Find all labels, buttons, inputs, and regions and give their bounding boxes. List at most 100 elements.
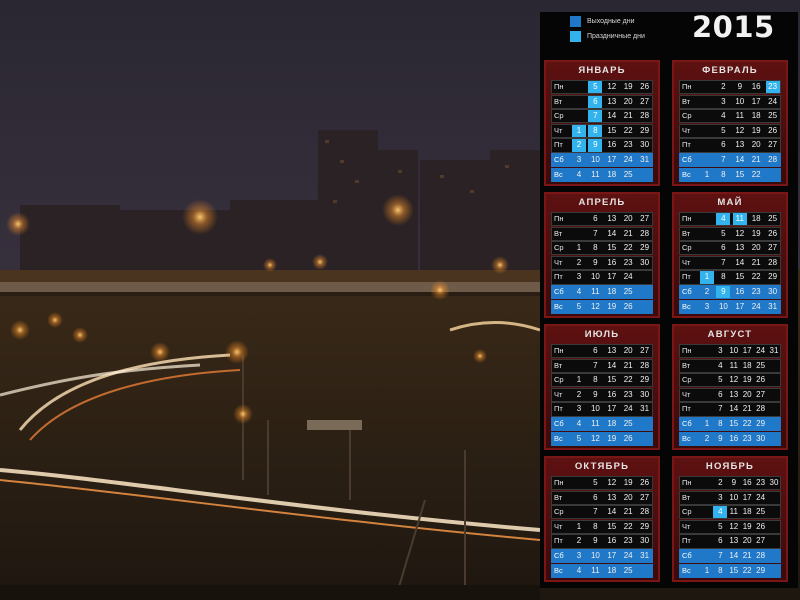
day-cell: [572, 228, 586, 240]
weekday-label: Сб: [682, 286, 692, 296]
day-cell: 25: [756, 507, 766, 517]
day-cell: 19: [607, 301, 617, 311]
week-row: Сб 3 10 17 24 31: [551, 152, 653, 168]
day-cell: 5: [588, 81, 603, 94]
week-row: Пт 7 14 21 28: [679, 402, 781, 417]
day-cell: 22: [742, 418, 752, 428]
weekday-label: Пт: [554, 272, 563, 282]
day-cell: 4: [713, 506, 728, 519]
day-cell: [767, 506, 781, 518]
week-row: Вс 2 9 16 23 30: [679, 431, 781, 446]
day-cell: [572, 81, 586, 93]
day-cell: 12: [735, 228, 745, 238]
day-cell: 20: [623, 96, 633, 106]
weekday-label: Ср: [554, 375, 564, 385]
day-cell: [700, 81, 714, 93]
week-row: Ср 7 14 21 28: [551, 109, 653, 124]
weekday-label: Ср: [682, 111, 692, 121]
day-cell: 13: [607, 214, 617, 223]
day-cell: [700, 506, 714, 518]
weekday-label: Ср: [554, 243, 564, 253]
weekday-label: Вт: [554, 228, 563, 238]
weekday-label: Пт: [682, 536, 691, 546]
weekday-label: Вс: [554, 169, 563, 179]
day-cell: 1: [700, 271, 714, 284]
day-cell: 26: [623, 433, 633, 443]
month-name: ИЮЛЬ: [584, 329, 620, 340]
day-cell: 23: [623, 389, 633, 399]
weekday-label: Пт: [554, 536, 563, 546]
day-cell: 1: [576, 375, 582, 385]
day-cell: 27: [640, 214, 650, 223]
week-row: Пн 3 10 17 24 31: [679, 344, 781, 359]
week-row: Пт 3 10 17 24 31: [551, 402, 653, 417]
day-cell: 14: [735, 154, 745, 164]
day-cell: 15: [607, 243, 617, 253]
day-cell: 29: [768, 272, 778, 282]
day-cell: 18: [607, 418, 617, 428]
day-cell: 24: [623, 550, 633, 560]
day-cell: 3: [704, 301, 710, 311]
day-cell: 15: [607, 521, 617, 531]
day-cell: [572, 96, 586, 108]
day-cell: 18: [607, 286, 617, 296]
month-name: НОЯБРЬ: [705, 461, 755, 472]
day-cell: 22: [623, 521, 633, 531]
day-cell: 21: [623, 360, 633, 370]
week-row: Ср 6 13 20 27: [679, 241, 781, 256]
week-row: Вт 7 14 21 28: [551, 358, 653, 373]
weekday-label: Вт: [682, 96, 691, 106]
day-cell: 8: [593, 243, 598, 253]
day-cell: 14: [735, 257, 745, 267]
day-cell: 4: [718, 360, 723, 370]
day-cell: 22: [623, 243, 633, 253]
day-cell: 29: [756, 418, 766, 428]
day-cell: 25: [623, 286, 633, 296]
day-cell: [572, 492, 586, 504]
day-cell: 12: [607, 478, 617, 487]
day-cell: [572, 506, 586, 518]
day-cell: 22: [742, 565, 752, 575]
weekday-label: Сб: [554, 418, 564, 428]
week-row: Чт 1 8 15 22 29: [551, 123, 653, 139]
day-cell: 28: [768, 257, 778, 267]
day-cell: 9: [731, 478, 737, 487]
day-cell: 31: [768, 301, 778, 311]
day-cell: [766, 169, 780, 181]
week-row: Вс 5 12 19 26: [551, 299, 653, 314]
day-cell: 17: [742, 492, 752, 502]
day-cell: 18: [751, 111, 761, 121]
day-cell: [700, 535, 714, 547]
day-cell: [700, 345, 714, 357]
day-cell: 5: [721, 228, 726, 238]
day-cell: 1: [704, 169, 710, 179]
day-cell: 25: [768, 111, 778, 121]
weekday-label: Ср: [682, 375, 692, 385]
day-cell: 19: [607, 433, 617, 443]
day-cell: 17: [751, 96, 761, 106]
day-cell: [572, 477, 586, 489]
week-row: Пн 2 9 16 23 30: [679, 476, 781, 491]
day-cell: 8: [593, 375, 598, 385]
day-cell: 16: [729, 433, 739, 443]
day-cell: [572, 213, 586, 225]
day-cell: 9: [737, 82, 743, 91]
day-cell: 6: [593, 214, 598, 223]
day-cell: 7: [718, 404, 723, 414]
day-cell: 11: [591, 418, 600, 428]
day-cell: 22: [623, 125, 633, 135]
day-cell: 23: [623, 536, 633, 546]
day-cell: 24: [768, 96, 778, 106]
day-cell: 14: [607, 111, 617, 121]
day-cell: 20: [623, 492, 633, 502]
weekday-label: Вс: [554, 565, 563, 575]
day-cell: 26: [756, 521, 766, 531]
weekday-label: Вс: [554, 301, 563, 311]
day-cell: 2: [721, 82, 726, 91]
day-cell: 15: [607, 125, 617, 135]
day-cell: 20: [623, 346, 633, 355]
day-cell: [638, 271, 652, 283]
day-cell: 28: [640, 360, 650, 370]
day-cell: [767, 535, 781, 547]
day-cell: 14: [607, 507, 617, 517]
